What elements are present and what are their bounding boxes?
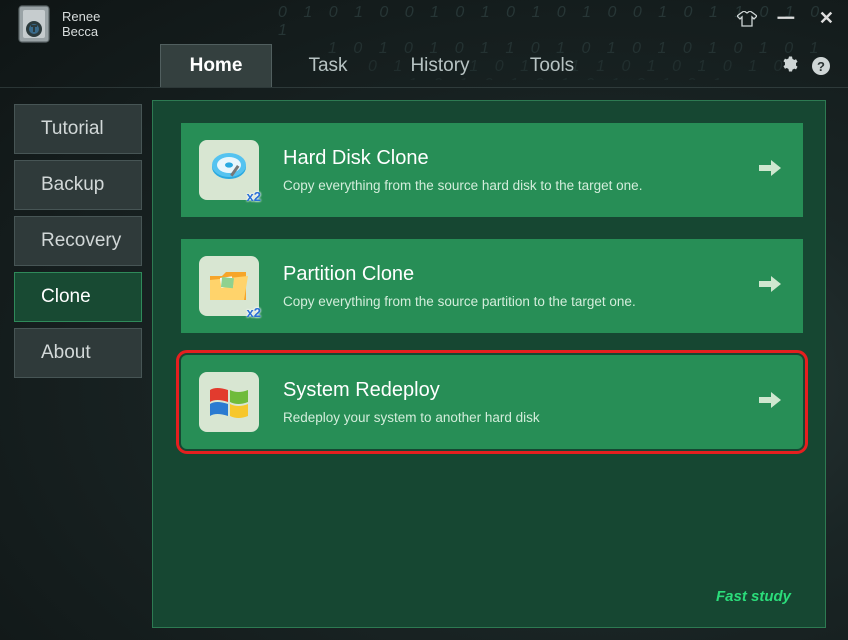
- arrow-right-icon: [759, 391, 781, 414]
- tab-history[interactable]: History: [384, 44, 496, 87]
- card-title: System Redeploy: [283, 379, 759, 402]
- close-button[interactable]: ✕: [815, 8, 838, 29]
- card-hard-disk-clone[interactable]: x2 Hard Disk Clone Copy everything from …: [181, 123, 803, 217]
- toolbar-icons: ?: [780, 44, 830, 88]
- tab-home[interactable]: Home: [160, 44, 272, 87]
- tab-task[interactable]: Task: [272, 44, 384, 87]
- fast-study-link[interactable]: Fast study: [716, 588, 791, 605]
- help-icon[interactable]: ?: [812, 57, 830, 75]
- card-desc: Copy everything from the source hard dis…: [283, 178, 759, 193]
- folder-icon: x2: [199, 256, 259, 316]
- app-window: 0 1 0 1 0 0 1 0 1 0 1 0 1 0 0 1 0 1 1 0 …: [0, 0, 848, 640]
- sidebar: Tutorial Backup Recovery Clone About: [0, 88, 142, 640]
- minimize-button[interactable]: －: [773, 14, 799, 24]
- titlebar-controls: － ✕: [737, 8, 838, 29]
- content: x2 Hard Disk Clone Copy everything from …: [142, 88, 848, 640]
- hard-disk-icon: x2: [199, 140, 259, 200]
- gear-icon[interactable]: [780, 55, 798, 78]
- arrow-right-icon: [759, 275, 781, 298]
- card-desc: Redeploy your system to another hard dis…: [283, 410, 759, 425]
- badge-x2: x2: [247, 305, 261, 320]
- main-area: Tutorial Backup Recovery Clone About: [0, 88, 848, 640]
- arrow-right-icon: [759, 159, 781, 182]
- card-desc: Copy everything from the source partitio…: [283, 294, 759, 309]
- sidebar-item-tutorial[interactable]: Tutorial: [14, 104, 142, 154]
- card-partition-clone[interactable]: x2 Partition Clone Copy everything from …: [181, 239, 803, 333]
- app-title-line1: Renee: [62, 9, 100, 24]
- app-title-line2: Becca: [62, 24, 100, 39]
- badge-x2: x2: [247, 189, 261, 204]
- card-system-redeploy[interactable]: System Redeploy Redeploy your system to …: [181, 355, 803, 449]
- sidebar-item-backup[interactable]: Backup: [14, 160, 142, 210]
- windows-flag-icon: [199, 372, 259, 432]
- tab-tools[interactable]: Tools: [496, 44, 608, 87]
- sidebar-item-recovery[interactable]: Recovery: [14, 216, 142, 266]
- skin-icon[interactable]: [737, 11, 757, 27]
- card-text: Hard Disk Clone Copy everything from the…: [283, 147, 759, 193]
- sidebar-item-clone[interactable]: Clone: [14, 272, 142, 322]
- clone-panel: x2 Hard Disk Clone Copy everything from …: [152, 100, 826, 628]
- card-title: Hard Disk Clone: [283, 147, 759, 170]
- sidebar-item-about[interactable]: About: [14, 328, 142, 378]
- app-title: Renee Becca: [62, 9, 100, 39]
- top-tabs: Home Task History Tools ?: [0, 44, 848, 88]
- app-logo-icon: [14, 3, 54, 45]
- card-text: System Redeploy Redeploy your system to …: [283, 379, 759, 425]
- titlebar: Renee Becca － ✕: [0, 0, 848, 44]
- card-title: Partition Clone: [283, 263, 759, 286]
- card-text: Partition Clone Copy everything from the…: [283, 263, 759, 309]
